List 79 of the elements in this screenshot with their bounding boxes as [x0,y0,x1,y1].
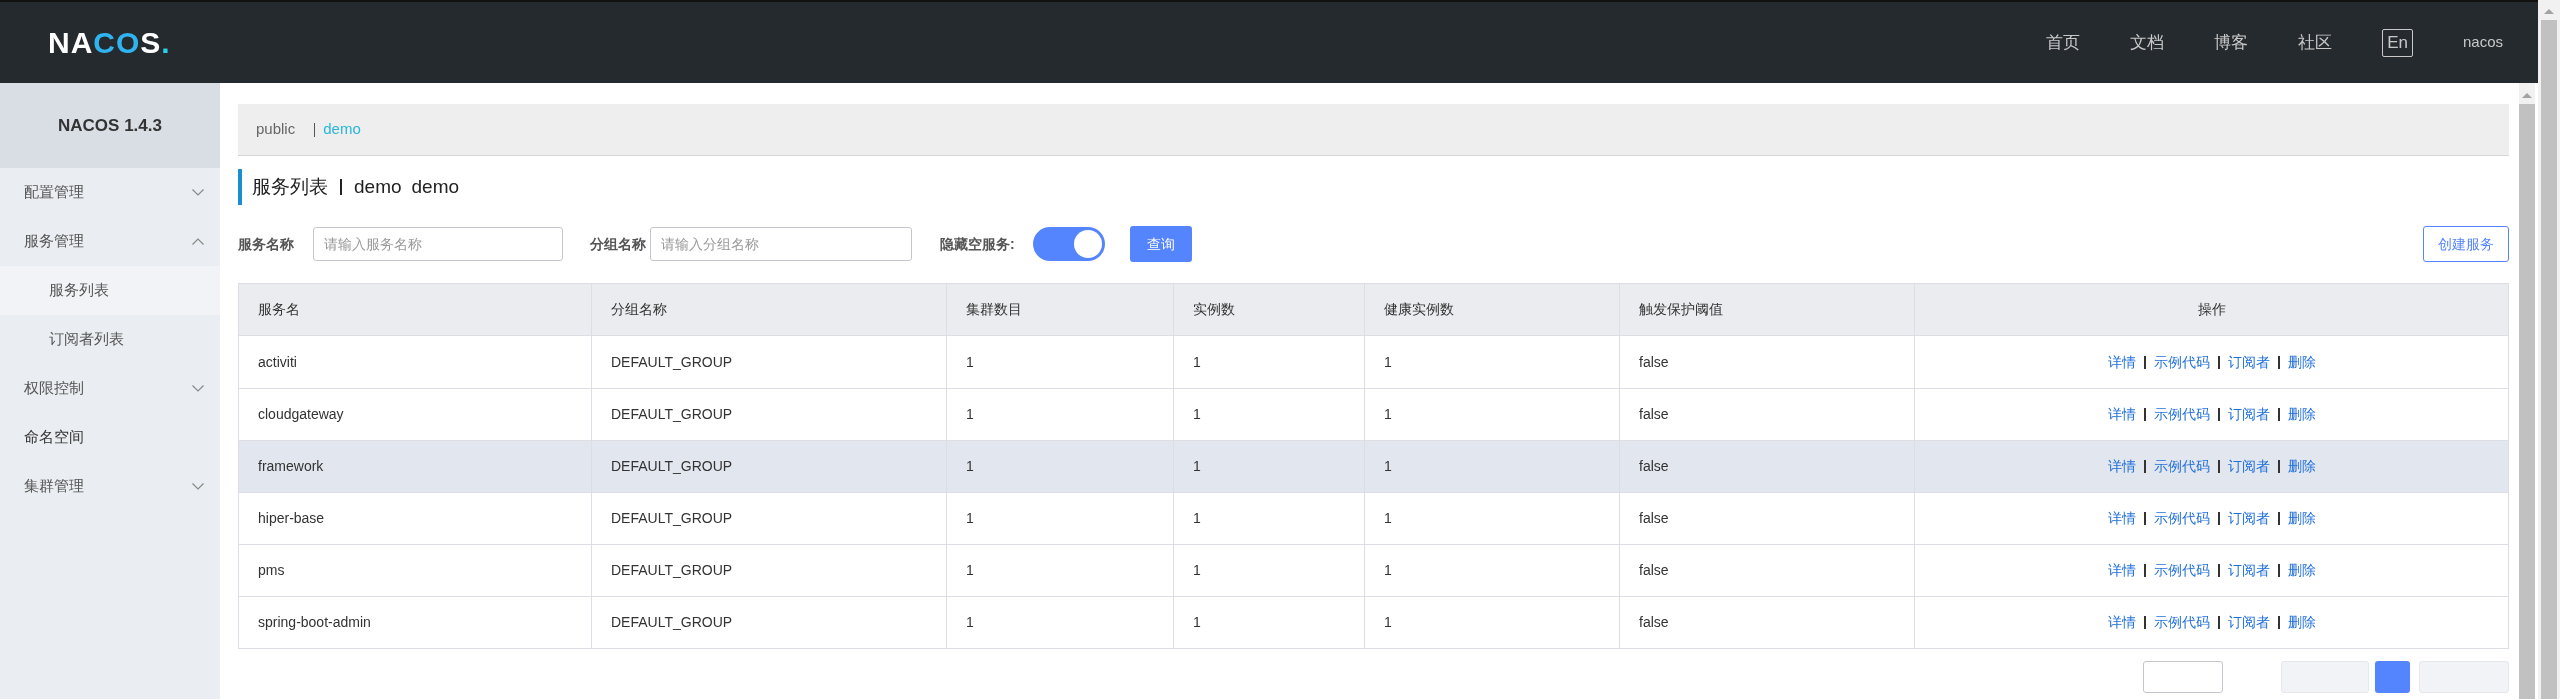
chevron-up-icon [192,238,204,245]
sidebar-title: NACOS 1.4.3 [0,83,220,168]
chevron-down-icon [192,483,204,490]
action-link[interactable]: 删除 [2287,456,2316,477]
sidebar-menu-item[interactable]: 权限控制 [0,364,220,413]
action-link[interactable]: 删除 [2287,560,2316,581]
column-header: 操作 [1914,284,2508,335]
table-cell: false [1619,597,1914,648]
column-header: 触发保护阈值 [1619,284,1914,335]
column-header: 实例数 [1173,284,1364,335]
field-label: 隐藏空服务: [940,234,1016,254]
action-link[interactable]: 删除 [2287,508,2316,529]
sidebar-menu-item[interactable]: 命名空间 [0,413,220,462]
action-link[interactable]: 订阅者 [2227,404,2270,425]
column-header: 集群数目 [946,284,1173,335]
action-link[interactable]: 示例代码 [2153,404,2210,425]
nav-link[interactable]: 博客 [2214,29,2249,56]
table-cell-text: pms [257,561,286,580]
action-link[interactable]: 示例代码 [2153,456,2210,477]
namespace-link[interactable]: public [256,118,296,141]
nav-link[interactable]: 文档 [2130,29,2165,56]
action-link[interactable]: 详情 [2107,612,2136,633]
action-link[interactable]: 详情 [2107,560,2136,581]
toggle-switch[interactable] [1033,227,1105,261]
query-button[interactable]: 查询 [1130,226,1192,262]
table-cell-text: hiper-base [257,509,326,528]
table-cell-text: framework [257,457,325,476]
sidebar-menu-item[interactable]: 配置管理 [0,168,220,217]
action-link[interactable]: 删除 [2287,351,2316,373]
chevron-down-icon [192,385,204,392]
scrollbar[interactable] [2538,0,2560,699]
action-link[interactable]: 示例代码 [2153,612,2210,633]
language-button[interactable]: En [2382,28,2413,57]
action-link[interactable]: 详情 [2107,456,2136,477]
action-link[interactable]: 订阅者 [2227,351,2270,373]
nacos-logo[interactable]: NACOS. [48,20,171,65]
action-link[interactable]: 示例代码 [2153,560,2210,581]
scrollbar[interactable] [2519,83,2535,699]
namespace-name: demo [354,174,402,199]
column-header: 服务名 [257,300,301,319]
action-link[interactable]: 订阅者 [2227,456,2270,477]
table-cell-text: cloudgateway [257,405,345,424]
action-link[interactable]: 删除 [2287,404,2316,425]
action-link[interactable]: 详情 [2107,351,2136,373]
sidebar-submenu-item[interactable]: 订阅者列表 [0,315,220,364]
table-cell: 1 [1364,597,1619,648]
table-cell: 1 [946,597,1173,648]
action-link[interactable]: 示例代码 [2153,351,2210,373]
nav-link[interactable]: 首页 [2046,29,2081,56]
column-header: 分组名称 [591,284,946,335]
action-link[interactable]: 订阅者 [2227,612,2270,633]
field-label: 服务名称 [238,234,295,254]
action-link[interactable]: 订阅者 [2227,508,2270,529]
table-cell: DEFAULT_GROUP [591,597,946,648]
previous-page-button[interactable] [2281,661,2369,693]
sidebar-submenu-item[interactable]: 服务列表 [0,266,220,315]
current-page-button[interactable] [2375,661,2410,693]
action-link[interactable]: 详情 [2107,508,2136,529]
action-link[interactable]: 订阅者 [2227,560,2270,581]
user-name[interactable]: nacos [2462,31,2503,54]
namespace-id: demo [411,174,460,199]
page-title: 服务列表 [252,174,328,199]
sidebar-menu-item[interactable]: 集群管理 [0,462,220,511]
field-label: 分组名称 [590,234,647,254]
chevron-down-icon [192,189,204,196]
table-cell: 1 [1173,597,1364,648]
create-service-button[interactable]: 创建服务 [2423,226,2509,262]
action-link[interactable]: 详情 [2107,404,2136,425]
action-link[interactable]: 示例代码 [2153,508,2210,529]
next-page-button[interactable] [2419,661,2509,693]
group-name-input[interactable]: 请输入分组名称 [650,227,912,261]
table-cell-text: activiti [257,352,298,372]
action-link[interactable]: 删除 [2287,612,2316,633]
page-size-select[interactable] [2143,661,2223,693]
column-header: 健康实例数 [1364,284,1619,335]
sidebar-menu-item[interactable]: 服务管理 [0,217,220,266]
table-cell-text: spring-boot-admin [257,613,372,632]
service-name-input[interactable]: 请输入服务名称 [313,227,563,261]
nav-link[interactable]: 社区 [2298,29,2333,56]
